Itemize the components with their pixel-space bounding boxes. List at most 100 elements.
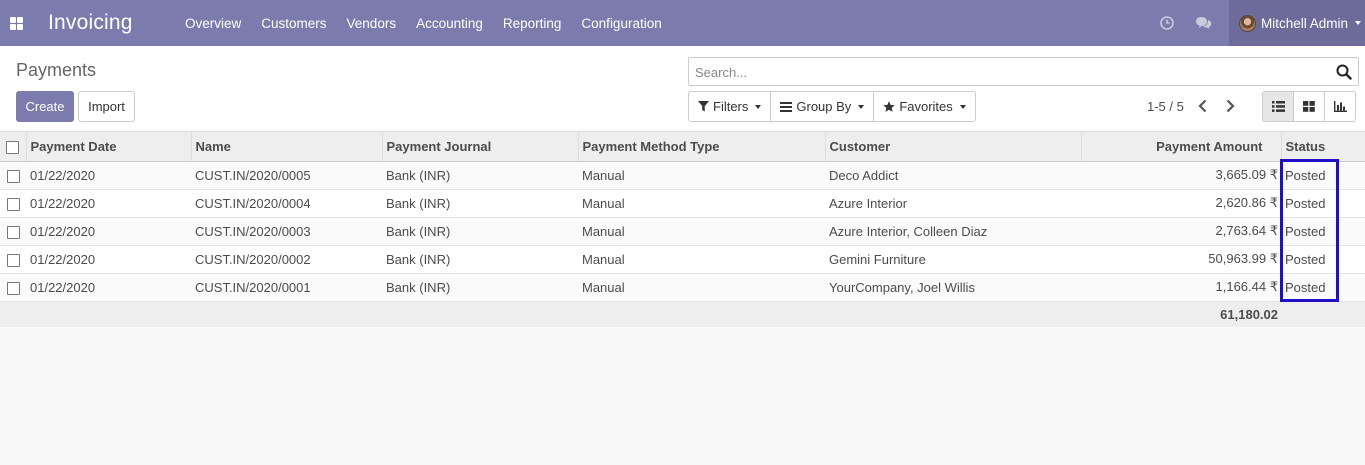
cell-customer: Azure Interior, Colleen Diaz: [825, 217, 1081, 246]
row-checkbox[interactable]: [6, 281, 20, 295]
row-checkbox[interactable]: [6, 169, 20, 183]
menu-item-reporting[interactable]: Reporting: [493, 16, 572, 31]
row-select-cell: [0, 217, 26, 246]
group-by-label: Group By: [796, 99, 852, 114]
table-row[interactable]: 01/22/2020 CUST.IN/2020/0001 Bank (INR) …: [0, 273, 1365, 302]
cell-payment-date: 01/22/2020: [26, 161, 191, 190]
table-footer-total: 61,180.02: [0, 301, 1365, 327]
menu-item-vendors[interactable]: Vendors: [337, 16, 407, 31]
cell-name: CUST.IN/2020/0002: [191, 245, 382, 274]
cell-payment-journal: Bank (INR): [382, 245, 578, 274]
cell-payment-date: 01/22/2020: [26, 189, 191, 218]
chevron-down-icon: [755, 104, 762, 109]
menu-item-accounting[interactable]: Accounting: [406, 16, 493, 31]
list-view-icon: [1271, 101, 1285, 112]
user-name: Mitchell Admin: [1261, 15, 1349, 31]
table-row[interactable]: 01/22/2020 CUST.IN/2020/0003 Bank (INR) …: [0, 217, 1365, 246]
cell-payment-date: 01/22/2020: [26, 217, 191, 246]
menu-item-overview[interactable]: Overview: [175, 16, 251, 31]
import-button[interactable]: Import: [78, 91, 135, 122]
search-input[interactable]: [695, 62, 1315, 82]
select-all-cell: [0, 132, 27, 162]
cell-payment-journal: Bank (INR): [382, 217, 578, 246]
cell-payment-amount: 50,963.99 ₹: [1081, 245, 1281, 274]
kanban-view-icon: [1303, 101, 1315, 112]
star-icon: [883, 100, 896, 112]
cell-status: Posted: [1281, 189, 1365, 218]
column-header-payment-amount[interactable]: Payment Amount: [1081, 132, 1282, 162]
column-header-payment-journal[interactable]: Payment Journal: [382, 132, 579, 162]
cell-payment-method: Manual: [578, 217, 825, 246]
user-menu[interactable]: Mitchell Admin: [1229, 0, 1365, 46]
messaging-button[interactable]: [1185, 0, 1221, 46]
filters-label: Filters: [713, 99, 749, 114]
row-select-cell: [0, 245, 26, 274]
graph-view-button[interactable]: [1324, 91, 1356, 122]
column-header-payment-method-type[interactable]: Payment Method Type: [578, 132, 826, 162]
total-amount: 61,180.02: [1081, 301, 1281, 327]
select-all-checkbox[interactable]: [6, 140, 20, 154]
breadcrumb: Payments: [16, 60, 97, 80]
apps-menu-button[interactable]: [0, 0, 32, 46]
cell-payment-amount: 2,763.64 ₹: [1081, 217, 1281, 246]
cell-payment-amount: 2,620.86 ₹: [1081, 189, 1281, 218]
favorites-label: Favorites: [899, 99, 953, 114]
avatar: [1239, 14, 1256, 32]
column-header-name[interactable]: Name: [191, 132, 383, 162]
control-panel: Payments Create Import Filters Group By …: [0, 46, 1365, 132]
row-select-cell: [0, 189, 26, 218]
table-header: Payment Date Name Payment Journal Paymen…: [0, 132, 1365, 162]
table-row[interactable]: 01/22/2020 CUST.IN/2020/0005 Bank (INR) …: [0, 161, 1365, 190]
cell-payment-date: 01/22/2020: [26, 273, 191, 302]
column-header-customer[interactable]: Customer: [825, 132, 1082, 162]
systray: Mitchell Admin: [1149, 0, 1365, 46]
cell-payment-amount: 1,166.44 ₹: [1081, 273, 1281, 302]
payments-list: Payment Date Name Payment Journal Paymen…: [0, 132, 1365, 327]
chevron-left-icon[interactable]: [1195, 97, 1211, 115]
list-view-button[interactable]: [1262, 91, 1294, 122]
apps-icon: [9, 16, 23, 30]
table-row[interactable]: 01/22/2020 CUST.IN/2020/0002 Bank (INR) …: [0, 245, 1365, 274]
chevron-down-icon: [1355, 21, 1362, 25]
chevron-down-icon: [959, 104, 966, 109]
cell-payment-date: 01/22/2020: [26, 245, 191, 274]
group-by-icon: [780, 101, 793, 112]
search-bar: [688, 57, 1359, 86]
pager-value[interactable]: 1-5 / 5: [1147, 99, 1184, 114]
row-checkbox[interactable]: [6, 197, 20, 211]
cell-customer: Gemini Furniture: [825, 245, 1081, 274]
menu-item-customers[interactable]: Customers: [251, 16, 336, 31]
activity-button[interactable]: [1149, 0, 1185, 46]
cell-status: Posted: [1281, 273, 1365, 302]
cell-customer: YourCompany, Joel Willis: [825, 273, 1081, 302]
cell-status: Posted: [1281, 161, 1365, 190]
row-checkbox[interactable]: [6, 253, 20, 267]
row-checkbox[interactable]: [6, 225, 20, 239]
filters-button[interactable]: Filters: [688, 91, 772, 122]
cell-payment-journal: Bank (INR): [382, 189, 578, 218]
kanban-view-button[interactable]: [1293, 91, 1325, 122]
table-row[interactable]: 01/22/2020 CUST.IN/2020/0004 Bank (INR) …: [0, 189, 1365, 218]
cell-name: CUST.IN/2020/0005: [191, 161, 382, 190]
menu-item-configuration[interactable]: Configuration: [571, 16, 671, 31]
search-options: Filters Group By Favorites: [688, 91, 976, 122]
cell-payment-method: Manual: [578, 189, 825, 218]
graph-view-icon: [1333, 101, 1347, 112]
app-title[interactable]: Invoicing: [48, 11, 175, 35]
chevron-right-icon[interactable]: [1222, 97, 1238, 115]
main-menu: Overview Customers Vendors Accounting Re…: [175, 0, 672, 46]
cell-customer: Deco Addict: [825, 161, 1081, 190]
search-icon[interactable]: [1336, 64, 1352, 80]
cell-payment-method: Manual: [578, 245, 825, 274]
create-button[interactable]: Create: [16, 91, 74, 122]
group-by-button[interactable]: Group By: [770, 91, 875, 122]
payments-table: Payment Date Name Payment Journal Paymen…: [0, 132, 1365, 327]
favorites-button[interactable]: Favorites: [873, 91, 976, 122]
column-header-payment-date[interactable]: Payment Date: [26, 132, 192, 162]
column-header-status[interactable]: Status: [1281, 132, 1365, 162]
cell-name: CUST.IN/2020/0003: [191, 217, 382, 246]
row-select-cell: [0, 273, 26, 302]
cell-payment-journal: Bank (INR): [382, 273, 578, 302]
cell-payment-method: Manual: [578, 273, 825, 302]
cell-name: CUST.IN/2020/0001: [191, 273, 382, 302]
